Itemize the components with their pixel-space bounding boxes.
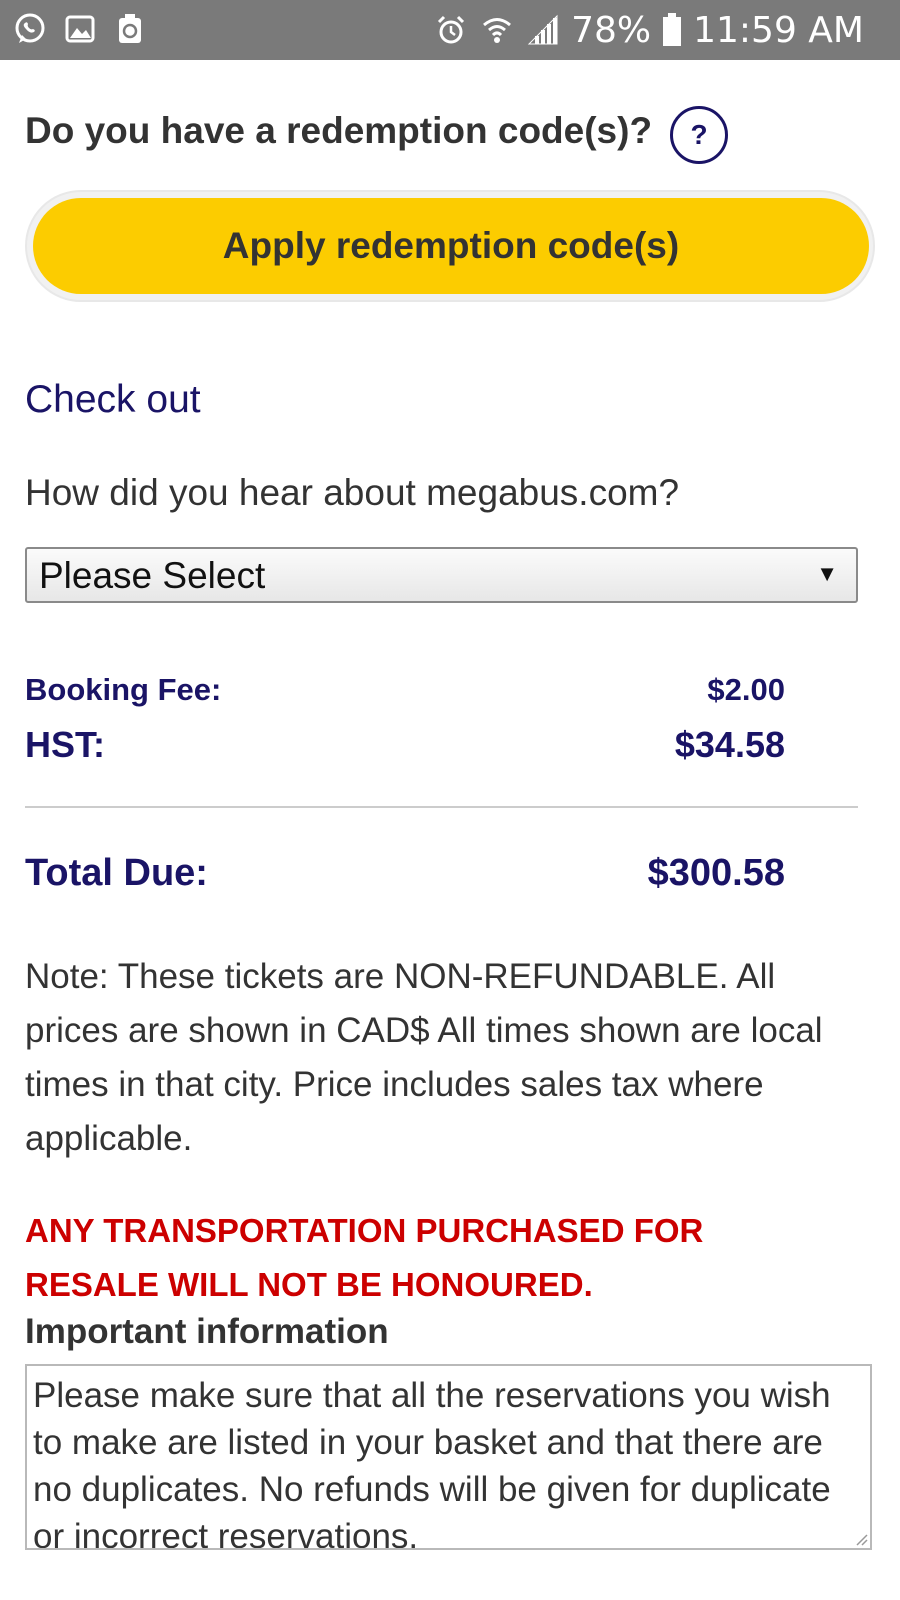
booking-fee-label: Booking Fee: <box>25 672 222 707</box>
hear-about-select[interactable]: Please Select ▼ <box>25 547 858 603</box>
status-bar: 78% 11:59 AM <box>0 0 900 60</box>
battery-icon <box>661 12 683 48</box>
apply-redemption-button[interactable]: Apply redemption code(s) <box>33 198 869 294</box>
resize-handle-icon[interactable] <box>854 1532 868 1546</box>
signal-icon <box>525 12 561 48</box>
whatsapp-icon <box>12 11 48 47</box>
hst-label: HST: <box>25 724 105 765</box>
important-info-text: Please make sure that all the reservatio… <box>33 1376 831 1550</box>
clock: 11:59 AM <box>693 9 864 51</box>
dropdown-arrow-icon: ▼ <box>816 561 838 586</box>
system-status: 78% 11:59 AM <box>433 8 864 52</box>
resale-warning: ANY TRANSPORTATION PURCHASED FOR RESALE … <box>25 1212 704 1303</box>
important-info-textarea[interactable]: Please make sure that all the reservatio… <box>25 1364 872 1550</box>
help-button[interactable]: ? <box>670 106 728 164</box>
select-value: Please Select <box>39 555 266 596</box>
checkout-heading: Check out <box>25 378 201 421</box>
booking-fee-value: $2.00 <box>707 672 785 707</box>
apply-button-frame: Apply redemption code(s) <box>25 190 875 302</box>
redemption-question: Do you have a redemption code(s)? <box>25 110 653 151</box>
gallery-icon <box>62 11 98 47</box>
hear-about-label: How did you hear about megabus.com? <box>25 472 680 513</box>
alarm-icon <box>433 12 469 48</box>
important-info-heading: Important information <box>25 1312 389 1351</box>
recycle-icon <box>112 11 148 47</box>
divider <box>25 806 858 808</box>
total-due-label: Total Due: <box>25 852 208 894</box>
notification-icons <box>12 11 148 47</box>
refund-note: Note: These tickets are NON-REFUNDABLE. … <box>25 957 823 1158</box>
battery-percent: 78% <box>571 9 652 51</box>
hst-value: $34.58 <box>674 724 785 765</box>
total-due-value: $300.58 <box>647 852 785 894</box>
wifi-icon <box>479 12 515 48</box>
